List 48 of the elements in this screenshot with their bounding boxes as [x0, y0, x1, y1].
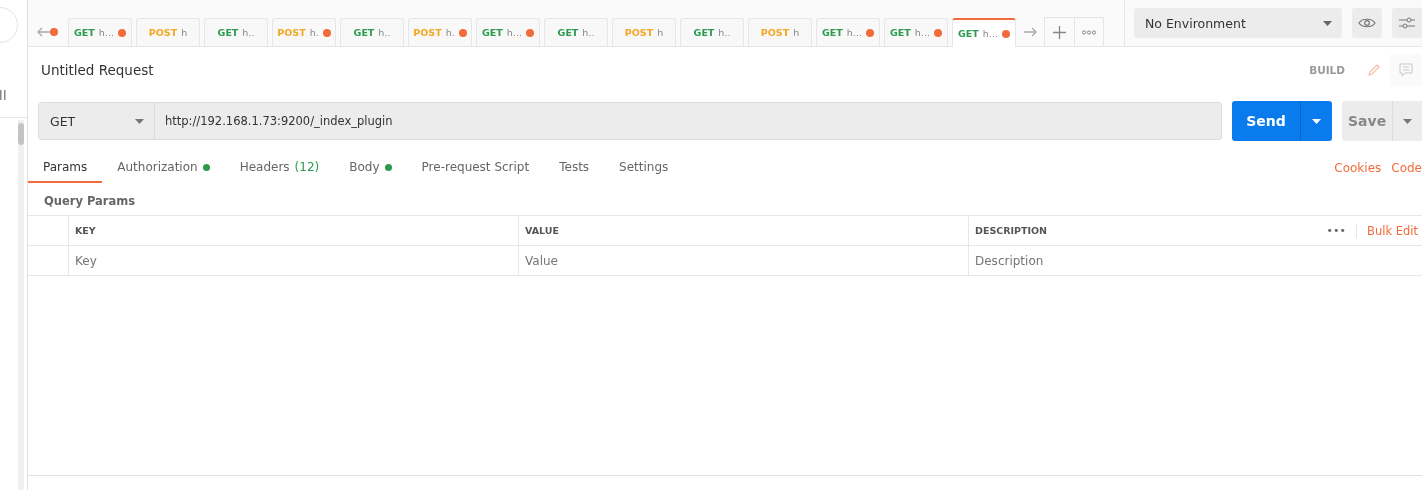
more-icon[interactable]: [1082, 29, 1096, 35]
request-tab[interactable]: GET h..: [340, 18, 404, 46]
request-tab[interactable]: GET h...: [68, 18, 132, 46]
request-tab[interactable]: GET h...: [476, 18, 540, 46]
link[interactable]: Code: [1391, 153, 1422, 183]
bulk-edit-link[interactable]: Bulk Edit: [1356, 223, 1418, 238]
more-options-button[interactable]: •••: [1326, 224, 1347, 237]
request-tab[interactable]: GET h...: [884, 18, 948, 46]
send-options-button[interactable]: [1300, 101, 1332, 141]
caret-icon: [1403, 118, 1412, 124]
input-field[interactable]: Key: [75, 253, 518, 268]
plus-icon[interactable]: [1053, 25, 1066, 39]
request-tab[interactable]: Authorization: [102, 153, 225, 183]
request-tab[interactable]: POST h: [612, 18, 676, 46]
column-header: DESCRIPTION: [975, 225, 1048, 236]
request-tab[interactable]: GET h..: [204, 18, 268, 46]
column-header: VALUE: [525, 225, 559, 236]
request-tab[interactable]: GET h...: [952, 18, 1016, 47]
request-tab[interactable]: Pre-request Script: [406, 153, 545, 183]
request-tab[interactable]: GET h...: [816, 18, 880, 46]
request-tab[interactable]: GET h..: [544, 18, 608, 46]
save-button[interactable]: Save: [1342, 101, 1392, 141]
input-field[interactable]: Description: [975, 253, 1422, 268]
link[interactable]: Cookies: [1334, 153, 1382, 183]
request-tab[interactable]: Headers (12): [224, 153, 335, 183]
request-tab[interactable]: GET h..: [680, 18, 744, 46]
eye-icon[interactable]: [1352, 8, 1383, 38]
mode-label: BUILD: [1309, 64, 1345, 76]
request-tab[interactable]: Tests: [544, 153, 605, 183]
scrollbar-thumb[interactable]: [18, 123, 24, 145]
send-button[interactable]: Send: [1232, 101, 1300, 141]
request-tab[interactable]: POST h: [136, 18, 200, 46]
request-tab[interactable]: POST h.: [272, 18, 336, 46]
section-title: Query Params: [43, 193, 137, 210]
request-title: Untitled Request: [41, 62, 155, 78]
request-tab[interactable]: Settings: [604, 153, 684, 183]
request-tab[interactable]: POST h: [748, 18, 812, 46]
request-tab[interactable]: Body: [334, 153, 407, 183]
caret-icon: [1312, 118, 1321, 124]
save-options-button[interactable]: [1392, 101, 1422, 141]
column-header: KEY: [75, 225, 96, 236]
request-tab[interactable]: Params: [28, 153, 103, 183]
caret-icon: [1323, 20, 1333, 26]
settings-sliders-icon[interactable]: [1392, 8, 1422, 38]
environment-dropdown[interactable]: No Environment: [1134, 8, 1343, 38]
pause-icon[interactable]: [0, 90, 6, 100]
request-tab[interactable]: POST h.: [408, 18, 472, 46]
input-field[interactable]: Value: [525, 253, 968, 268]
